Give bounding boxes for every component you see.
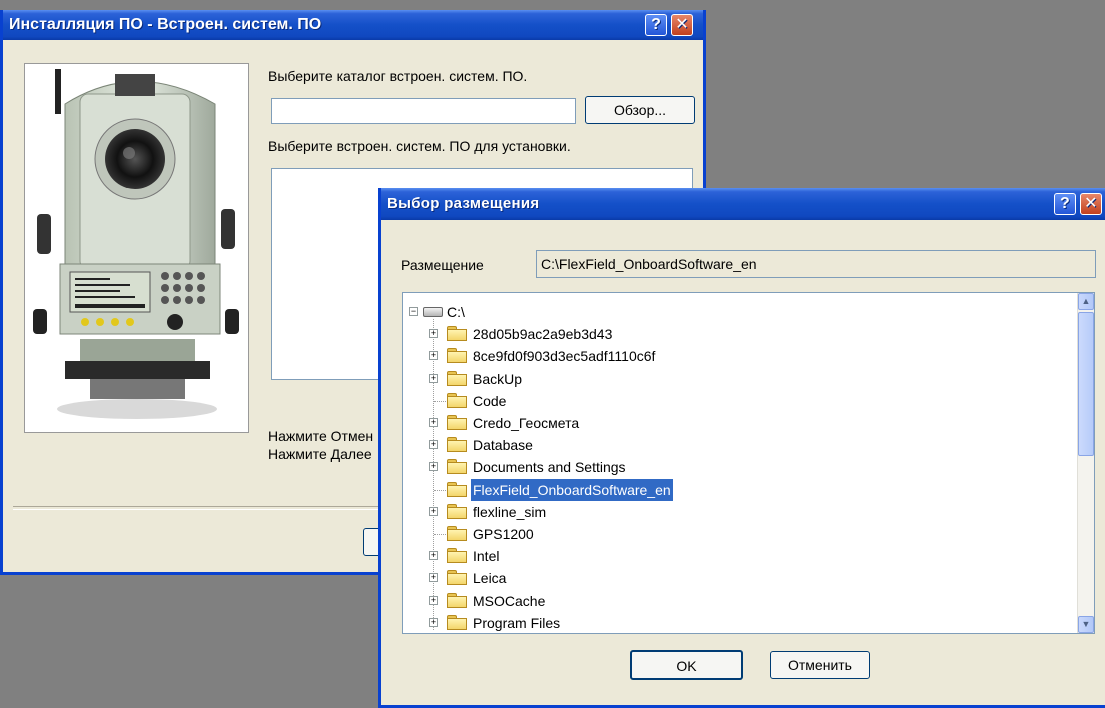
- folder-icon: [447, 548, 467, 564]
- collapse-toggle-icon[interactable]: −: [409, 307, 418, 316]
- close-icon: ✕: [675, 16, 689, 33]
- tree-scrollbar[interactable]: ▲ ▼: [1077, 293, 1094, 633]
- expand-toggle-icon[interactable]: +: [429, 462, 438, 472]
- tree-connector: [434, 400, 448, 402]
- location-dialog: Выбор размещения ? ✕ Размещение − C:\ +28d…: [378, 188, 1105, 708]
- scroll-up-arrow-icon[interactable]: ▲: [1078, 293, 1094, 310]
- location-field[interactable]: [536, 250, 1096, 278]
- help-button[interactable]: ?: [645, 14, 667, 36]
- scroll-thumb[interactable]: [1078, 312, 1094, 456]
- expand-toggle-icon[interactable]: +: [429, 506, 438, 516]
- help-icon: ?: [1059, 195, 1071, 212]
- total-station-image: [24, 63, 249, 433]
- tree-item-label: Program Files: [473, 614, 561, 631]
- location-label: Размещение: [401, 257, 484, 273]
- folder-icon: [447, 614, 467, 630]
- dialog-help-button[interactable]: ?: [1054, 193, 1076, 215]
- tree-item-label: Intel: [473, 548, 500, 565]
- tree-item-label: MSOCache: [473, 592, 546, 609]
- cancel-hint-text: Нажмите Отмен: [268, 428, 374, 444]
- ok-button[interactable]: OK: [630, 650, 743, 680]
- tree-connector: [434, 534, 448, 535]
- installer-titlebar[interactable]: Инсталляция ПО - Встроен. систем. ПО ? ✕: [3, 10, 703, 40]
- expand-toggle-icon[interactable]: +: [429, 418, 438, 427]
- scroll-down-arrow-icon[interactable]: ▼: [1078, 616, 1094, 633]
- dir-path-input[interactable]: [271, 98, 576, 124]
- folder-icon: [447, 437, 467, 453]
- close-button[interactable]: ✕: [671, 14, 693, 36]
- folder-icon: [447, 503, 467, 519]
- tree-item-label: Documents and Settings: [473, 459, 626, 476]
- expand-toggle-icon[interactable]: +: [429, 573, 438, 583]
- tree-item-label: Database: [473, 437, 533, 454]
- folder-icon: [447, 392, 467, 408]
- location-dialog-title: Выбор размещения: [387, 195, 540, 212]
- expand-toggle-icon[interactable]: +: [429, 595, 438, 605]
- tree-item-label: FlexField_OnboardSoftware_en: [471, 478, 673, 501]
- folder-icon: [447, 570, 467, 586]
- folder-tree[interactable]: − C:\ +28d05b9ac2a9eb3d43 +8ce9fd0f903d3ec5…: [402, 292, 1095, 634]
- expand-toggle-icon[interactable]: +: [429, 440, 438, 450]
- tree-root-label: C:\: [447, 304, 465, 320]
- expand-toggle-icon[interactable]: +: [429, 351, 438, 361]
- folder-icon: [447, 348, 467, 364]
- folder-icon: [447, 415, 467, 430]
- tree-item-label: Leica: [473, 570, 507, 587]
- close-icon: ✕: [1084, 195, 1098, 212]
- select-software-label: Выберите встроен. систем. ПО для установ…: [268, 138, 571, 154]
- location-dialog-titlebar[interactable]: Выбор размещения ? ✕: [381, 188, 1105, 220]
- tree-guide-line: [433, 319, 434, 630]
- tree-item-label: BackUp: [473, 370, 523, 387]
- expand-toggle-icon[interactable]: +: [429, 329, 438, 339]
- cancel-button[interactable]: Отменить: [770, 651, 870, 679]
- select-dir-label: Выберите каталог встроен. систем. ПО.: [268, 68, 528, 84]
- folder-icon: [447, 481, 467, 497]
- tree-item-label: flexline_sim: [473, 503, 547, 520]
- folder-icon: [447, 370, 467, 386]
- expand-toggle-icon[interactable]: +: [429, 617, 438, 627]
- browse-button[interactable]: Обзор...: [585, 96, 695, 124]
- next-hint-text: Нажмите Далее: [268, 446, 372, 462]
- tree-item-label: 8ce9fd0f903d3ec5adf1110c6f: [473, 348, 656, 365]
- tree-item-label: Code: [473, 392, 507, 409]
- dialog-close-button[interactable]: ✕: [1080, 193, 1102, 215]
- installer-title: Инсталляция ПО - Встроен. систем. ПО: [9, 16, 322, 33]
- tree-item-label: Credo_Геосмета: [473, 415, 580, 431]
- expand-toggle-icon[interactable]: +: [429, 551, 438, 561]
- folder-icon: [447, 326, 467, 342]
- expand-toggle-icon[interactable]: +: [429, 373, 438, 383]
- tree-item-label: GPS1200: [473, 526, 534, 542]
- drive-icon: [423, 307, 443, 317]
- tree-connector: [434, 489, 448, 491]
- tree-item-label: 28d05b9ac2a9eb3d43: [473, 326, 613, 343]
- folder-icon: [447, 459, 467, 475]
- help-icon: ?: [651, 16, 661, 33]
- folder-icon: [447, 592, 467, 608]
- folder-icon: [447, 526, 467, 541]
- separator: [13, 506, 383, 510]
